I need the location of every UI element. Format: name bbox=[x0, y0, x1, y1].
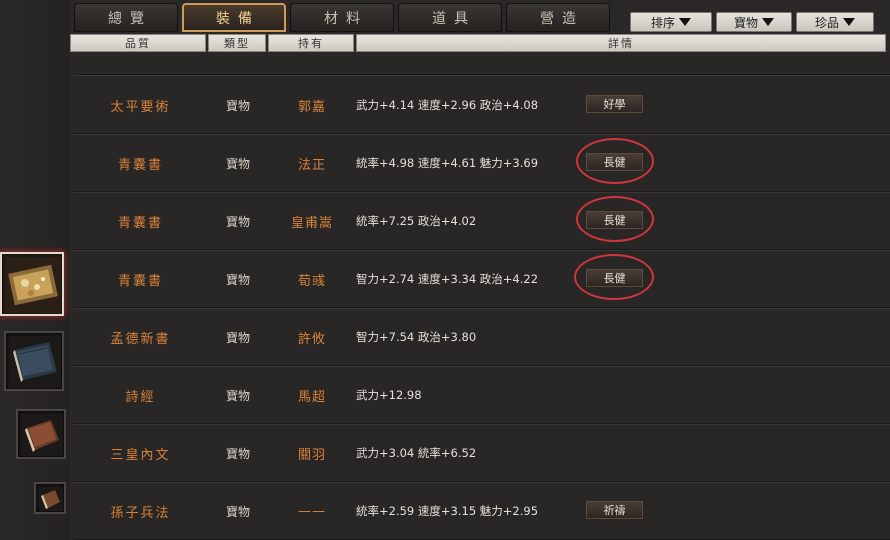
list-item[interactable]: 青囊書 寶物 荀彧 智力+2.74 速度+3.34 政治+4.22 長健 bbox=[73, 250, 890, 308]
item-owner: 許攸 bbox=[297, 331, 326, 347]
item-skill-badge[interactable]: 好學 bbox=[586, 95, 643, 113]
item-type: 寶物 bbox=[225, 388, 250, 403]
item-thumbnail-strip bbox=[0, 0, 70, 540]
highlight-circle bbox=[574, 254, 654, 300]
type-dropdown-label: 寶物 bbox=[733, 15, 758, 30]
book-icon bbox=[21, 414, 63, 456]
small-book-icon bbox=[39, 487, 63, 511]
list-item[interactable]: 太平要術 寶物 郭嘉 武力+4.14 速度+2.96 政治+4.08 好學 bbox=[73, 76, 890, 134]
column-header-quality[interactable]: 品質 bbox=[70, 34, 206, 52]
type-dropdown[interactable]: 寶物 bbox=[716, 12, 792, 32]
tab-overview[interactable]: 總覽 bbox=[74, 3, 178, 32]
column-header-type[interactable]: 類型 bbox=[208, 34, 266, 52]
dropdown-arrow-icon bbox=[843, 18, 855, 26]
item-owner: 荀彧 bbox=[297, 273, 326, 289]
column-header-details: 詳情 bbox=[356, 34, 886, 52]
dropdown-arrow-icon bbox=[679, 18, 691, 26]
category-tab-bar: 總覽 裝備 材料 道具 營造 排序 寶物 珍品 bbox=[70, 0, 890, 34]
rarity-dropdown[interactable]: 珍品 bbox=[796, 12, 874, 32]
item-type: 寶物 bbox=[225, 504, 250, 519]
item-name: 孟德新書 bbox=[110, 331, 171, 347]
item-details: 統率+2.59 速度+3.15 魅力+2.95 bbox=[356, 504, 539, 518]
list-item[interactable]: 詩經 寶物 馬超 武力+12.98 bbox=[73, 366, 890, 424]
item-details: 統率+7.25 政治+4.02 bbox=[356, 214, 477, 228]
item-details: 武力+3.04 統率+6.52 bbox=[356, 446, 477, 460]
sort-dropdown-label: 排序 bbox=[650, 15, 675, 30]
item-type: 寶物 bbox=[225, 272, 250, 287]
tab-materials[interactable]: 材料 bbox=[290, 3, 394, 32]
item-name: 青囊書 bbox=[117, 215, 163, 231]
item-name: 詩經 bbox=[125, 389, 156, 405]
item-name: 青囊書 bbox=[117, 273, 163, 289]
rarity-dropdown-label: 珍品 bbox=[814, 15, 839, 30]
item-details: 智力+7.54 政治+3.80 bbox=[356, 330, 477, 344]
item-skill-badge[interactable]: 祈禱 bbox=[586, 501, 643, 519]
item-details: 智力+2.74 速度+3.34 政治+4.22 bbox=[356, 272, 539, 286]
item-name: 太平要術 bbox=[110, 99, 171, 115]
book-stack-icon bbox=[9, 336, 61, 388]
tab-equipment[interactable]: 裝備 bbox=[182, 3, 286, 32]
thumbnail-small-book[interactable] bbox=[34, 482, 66, 514]
treasure-box-icon bbox=[5, 257, 61, 313]
item-name: 三皇內文 bbox=[110, 447, 171, 463]
list-item[interactable]: 三皇內文 寶物 關羽 武力+3.04 統率+6.52 bbox=[73, 424, 890, 482]
thumbnail-book[interactable] bbox=[16, 409, 66, 459]
item-owner: 馬超 bbox=[297, 389, 326, 405]
item-details: 武力+12.98 bbox=[356, 388, 422, 402]
tab-items[interactable]: 道具 bbox=[398, 3, 502, 32]
thumbnail-treasure-box[interactable] bbox=[0, 252, 64, 316]
tab-construction[interactable]: 營造 bbox=[506, 3, 610, 32]
item-owner: —— bbox=[298, 503, 326, 519]
list-item[interactable]: 青囊書 寶物 法正 統率+4.98 速度+4.61 魅力+3.69 長健 bbox=[73, 134, 890, 192]
dropdown-arrow-icon bbox=[762, 18, 774, 26]
item-owner: 皇甫嵩 bbox=[290, 215, 333, 231]
item-type: 寶物 bbox=[225, 446, 250, 461]
list-row-partial bbox=[73, 55, 890, 75]
highlight-circle bbox=[576, 196, 654, 242]
list-item[interactable]: 青囊書 寶物 皇甫嵩 統率+7.25 政治+4.02 長健 bbox=[73, 192, 890, 250]
item-details: 武力+4.14 速度+2.96 政治+4.08 bbox=[356, 98, 539, 112]
item-details: 統率+4.98 速度+4.61 魅力+3.69 bbox=[356, 156, 539, 170]
item-owner: 法正 bbox=[297, 157, 326, 173]
item-owner: 郭嘉 bbox=[297, 99, 326, 115]
list-item[interactable]: 孫子兵法 寶物 —— 統率+2.59 速度+3.15 魅力+2.95 祈禱 bbox=[73, 482, 890, 540]
item-name: 孫子兵法 bbox=[110, 505, 171, 521]
item-type: 寶物 bbox=[225, 330, 250, 345]
item-owner: 關羽 bbox=[297, 447, 326, 463]
highlight-circle bbox=[576, 138, 654, 184]
equipment-list: 太平要術 寶物 郭嘉 武力+4.14 速度+2.96 政治+4.08 好學 青囊… bbox=[73, 55, 890, 540]
item-type: 寶物 bbox=[225, 98, 250, 113]
item-name: 青囊書 bbox=[117, 157, 163, 173]
sort-dropdown[interactable]: 排序 bbox=[630, 12, 712, 32]
thumbnail-book-stack[interactable] bbox=[4, 331, 64, 391]
item-type: 寶物 bbox=[225, 156, 250, 171]
column-header-owner[interactable]: 持有 bbox=[268, 34, 354, 52]
list-item[interactable]: 孟德新書 寶物 許攸 智力+7.54 政治+3.80 bbox=[73, 308, 890, 366]
item-type: 寶物 bbox=[225, 214, 250, 229]
